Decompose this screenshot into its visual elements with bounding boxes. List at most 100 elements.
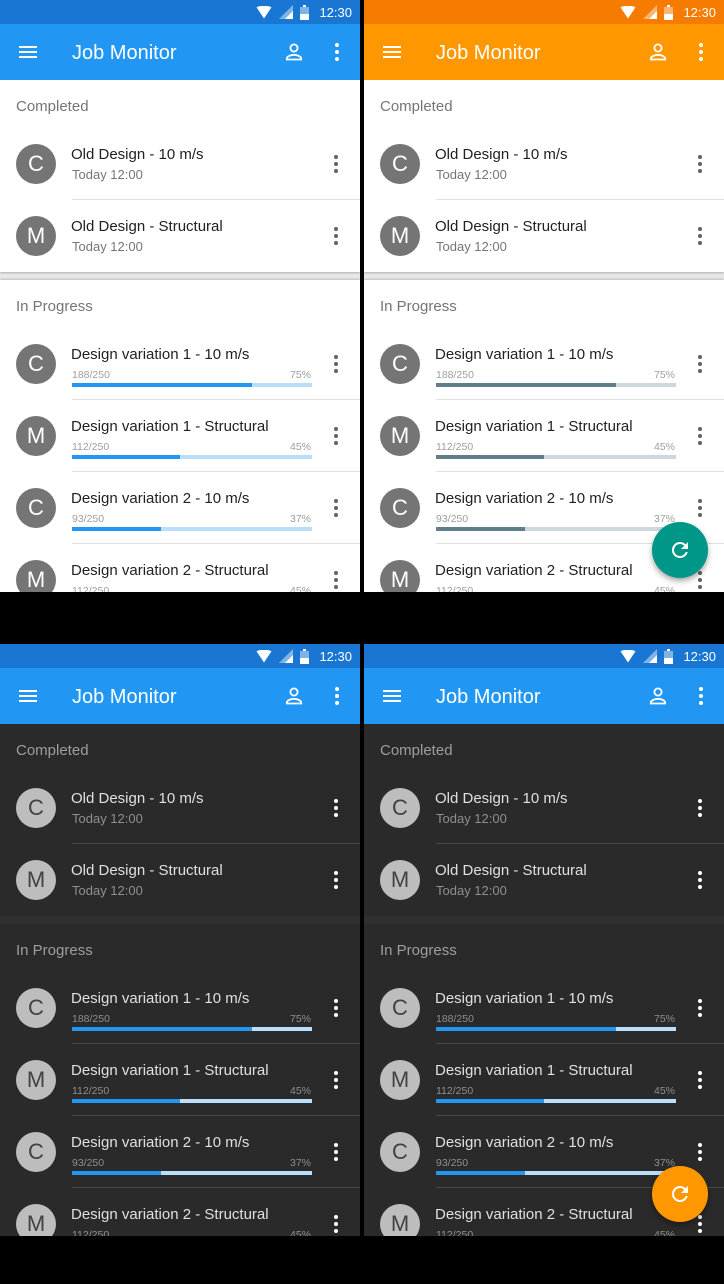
account-icon[interactable] [646,684,670,708]
more-vert-icon[interactable] [688,496,712,520]
app-screen: 12:30 Job Monitor Completed C Old Design… [364,0,724,640]
refresh-fab[interactable] [652,1166,708,1222]
avatar: C [380,488,420,528]
menu-icon[interactable] [16,40,40,64]
more-vert-icon[interactable] [688,1140,712,1164]
job-list-item[interactable]: M Design variation 2 - Structural 112/25… [0,1188,360,1236]
more-vert-icon[interactable] [324,424,348,448]
more-vert-icon[interactable] [688,352,712,376]
progress-bar [436,455,676,459]
app-title: Job Monitor [72,42,177,64]
progress-percent: 37% [289,513,311,525]
progress-bar [72,527,312,531]
refresh-icon [671,1186,688,1202]
job-list-item[interactable]: C Design variation 2 - 10 m/s 93/250 37% [0,1116,360,1188]
battery-icon [300,648,310,664]
job-list-item[interactable]: C Old Design - 10 m/s Today 12:00 [0,128,360,200]
progress-fraction: 93/250 [436,513,469,525]
section-header: Completed [16,98,89,115]
job-list-item[interactable]: M Old Design - Structural Today 12:00 [0,200,360,272]
more-vert-icon[interactable] [324,796,348,820]
progress-fill [72,1027,252,1031]
progress-fraction: 112/250 [72,585,110,592]
account-icon[interactable] [282,684,306,708]
progress-fill [72,1171,161,1175]
status-time: 12:30 [319,648,352,664]
signal-icon [279,649,294,663]
job-list-item[interactable]: M Design variation 1 - Structural 112/25… [364,400,724,472]
job-list-item[interactable]: M Design variation 2 - Structural 112/25… [0,544,360,592]
menu-icon[interactable] [380,40,404,64]
job-list-item[interactable]: M Old Design - Structural Today 12:00 [0,844,360,916]
wifi-icon [256,649,272,662]
more-vert-icon[interactable] [688,224,712,248]
job-list-item[interactable]: C Design variation 1 - 10 m/s 188/250 75… [0,328,360,400]
more-vert-icon[interactable] [324,1140,348,1164]
progress-bar [436,1171,676,1175]
job-list-item[interactable]: C Design variation 2 - 10 m/s 93/250 37% [0,472,360,544]
job-list: Completed C Old Design - 10 m/s Today 12… [364,80,724,592]
more-vert-icon[interactable] [324,224,348,248]
progress-fraction: 188/250 [72,369,110,381]
more-vert-icon[interactable] [325,40,349,64]
job-list-item[interactable]: C Design variation 1 - 10 m/s 188/250 75… [364,972,724,1044]
more-vert-icon[interactable] [324,352,348,376]
avatar: M [380,1204,420,1236]
signal-icon [279,5,294,19]
completed-section: Completed C Old Design - 10 m/s Today 12… [0,724,360,916]
job-list-item[interactable]: C Old Design - 10 m/s Today 12:00 [0,772,360,844]
avatar: C [16,1132,56,1172]
more-vert-icon[interactable] [324,868,348,892]
more-vert-icon[interactable] [689,684,713,708]
signal-icon [643,649,658,663]
job-list-item[interactable]: M Design variation 1 - Structural 112/25… [0,1044,360,1116]
account-icon[interactable] [646,40,670,64]
menu-icon[interactable] [380,684,404,708]
more-vert-icon[interactable] [325,684,349,708]
more-vert-icon[interactable] [689,40,713,64]
job-timestamp: Today 12:00 [436,883,507,898]
more-vert-icon[interactable] [324,568,348,592]
account-icon[interactable] [282,40,306,64]
menu-icon[interactable] [16,684,40,708]
job-title: Design variation 1 - Structural [435,1062,633,1079]
job-list-item[interactable]: M Design variation 1 - Structural 112/25… [0,400,360,472]
progress-fraction: 93/250 [72,1157,105,1169]
more-vert-icon[interactable] [688,996,712,1020]
job-timestamp: Today 12:00 [436,239,507,254]
job-list: Completed C Old Design - 10 m/s Today 12… [364,724,724,1236]
status-bar: 12:30 [0,0,360,24]
job-list-item[interactable]: M Old Design - Structural Today 12:00 [364,844,724,916]
more-vert-icon[interactable] [324,996,348,1020]
job-list-item[interactable]: C Old Design - 10 m/s Today 12:00 [364,128,724,200]
job-title: Old Design - Structural [71,218,223,235]
job-list-item[interactable]: M Design variation 1 - Structural 112/25… [364,1044,724,1116]
battery-icon [664,4,674,20]
refresh-fab[interactable] [652,522,708,578]
job-list: Completed C Old Design - 10 m/s Today 12… [0,724,360,1236]
app-title: Job Monitor [72,686,177,708]
avatar: C [380,988,420,1028]
job-list-item[interactable]: C Design variation 1 - 10 m/s 188/250 75… [0,972,360,1044]
progress-fraction: 188/250 [436,369,474,381]
more-vert-icon[interactable] [324,1212,348,1236]
job-list-item[interactable]: M Old Design - Structural Today 12:00 [364,200,724,272]
job-title: Old Design - 10 m/s [435,146,568,163]
progress-fill [436,1171,525,1175]
more-vert-icon[interactable] [688,1068,712,1092]
more-vert-icon[interactable] [324,152,348,176]
job-list-item[interactable]: C Old Design - 10 m/s Today 12:00 [364,772,724,844]
more-vert-icon[interactable] [324,1068,348,1092]
more-vert-icon[interactable] [688,424,712,448]
progress-fill [72,383,252,387]
progress-percent: 45% [289,1085,311,1097]
battery-icon [300,4,310,20]
more-vert-icon[interactable] [688,796,712,820]
app-screen: 12:30 Job Monitor Completed C Old Design… [0,0,360,640]
more-vert-icon[interactable] [688,152,712,176]
progress-fraction: 112/250 [72,441,110,453]
job-list-item[interactable]: C Design variation 1 - 10 m/s 188/250 75… [364,328,724,400]
status-time: 12:30 [683,4,716,20]
more-vert-icon[interactable] [688,868,712,892]
more-vert-icon[interactable] [324,496,348,520]
